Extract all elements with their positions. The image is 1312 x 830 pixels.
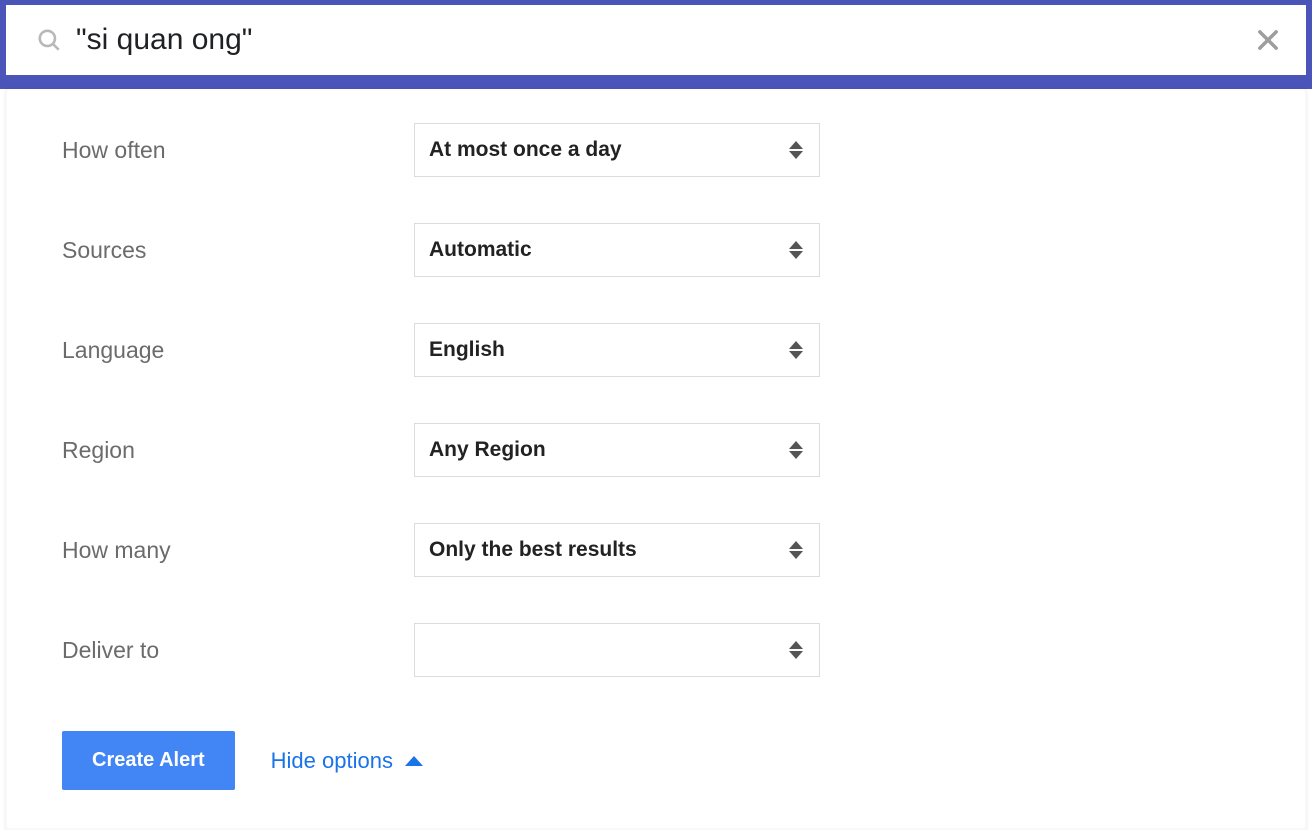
- clear-icon[interactable]: [1254, 26, 1282, 54]
- select-sources[interactable]: Automatic: [414, 223, 820, 277]
- hide-options-label: Hide options: [271, 748, 393, 774]
- row-region: Region Any Region: [62, 423, 1306, 477]
- select-language[interactable]: English: [414, 323, 820, 377]
- label-language: Language: [62, 337, 414, 364]
- row-language: Language English: [62, 323, 1306, 377]
- sort-arrows-icon: [787, 541, 805, 559]
- search-input[interactable]: [76, 23, 1254, 57]
- create-alert-button[interactable]: Create Alert: [62, 731, 235, 790]
- sort-arrows-icon: [787, 341, 805, 359]
- caret-up-icon: [405, 756, 423, 766]
- label-how-many: How many: [62, 537, 414, 564]
- select-value: English: [429, 338, 787, 362]
- sort-arrows-icon: [787, 641, 805, 659]
- select-value: Automatic: [429, 238, 787, 262]
- select-value: At most once a day: [429, 138, 787, 162]
- sort-arrows-icon: [787, 441, 805, 459]
- row-how-many: How many Only the best results: [62, 523, 1306, 577]
- hide-options-link[interactable]: Hide options: [271, 748, 423, 774]
- select-region[interactable]: Any Region: [414, 423, 820, 477]
- sort-arrows-icon: [787, 141, 805, 159]
- sort-arrows-icon: [787, 241, 805, 259]
- select-how-often[interactable]: At most once a day: [414, 123, 820, 177]
- select-value: Only the best results: [429, 538, 787, 562]
- select-value: Any Region: [429, 438, 787, 462]
- row-deliver-to: Deliver to: [62, 623, 1306, 677]
- search-icon: [36, 27, 62, 53]
- label-deliver-to: Deliver to: [62, 637, 414, 664]
- row-sources: Sources Automatic: [62, 223, 1306, 277]
- label-sources: Sources: [62, 237, 414, 264]
- label-how-often: How often: [62, 137, 414, 164]
- search-bar: [0, 0, 1312, 89]
- options-panel: How often At most once a day Sources Aut…: [6, 89, 1306, 830]
- select-how-many[interactable]: Only the best results: [414, 523, 820, 577]
- row-how-often: How often At most once a day: [62, 123, 1306, 177]
- actions-row: Create Alert Hide options: [62, 723, 1306, 790]
- select-deliver-to[interactable]: [414, 623, 820, 677]
- label-region: Region: [62, 437, 414, 464]
